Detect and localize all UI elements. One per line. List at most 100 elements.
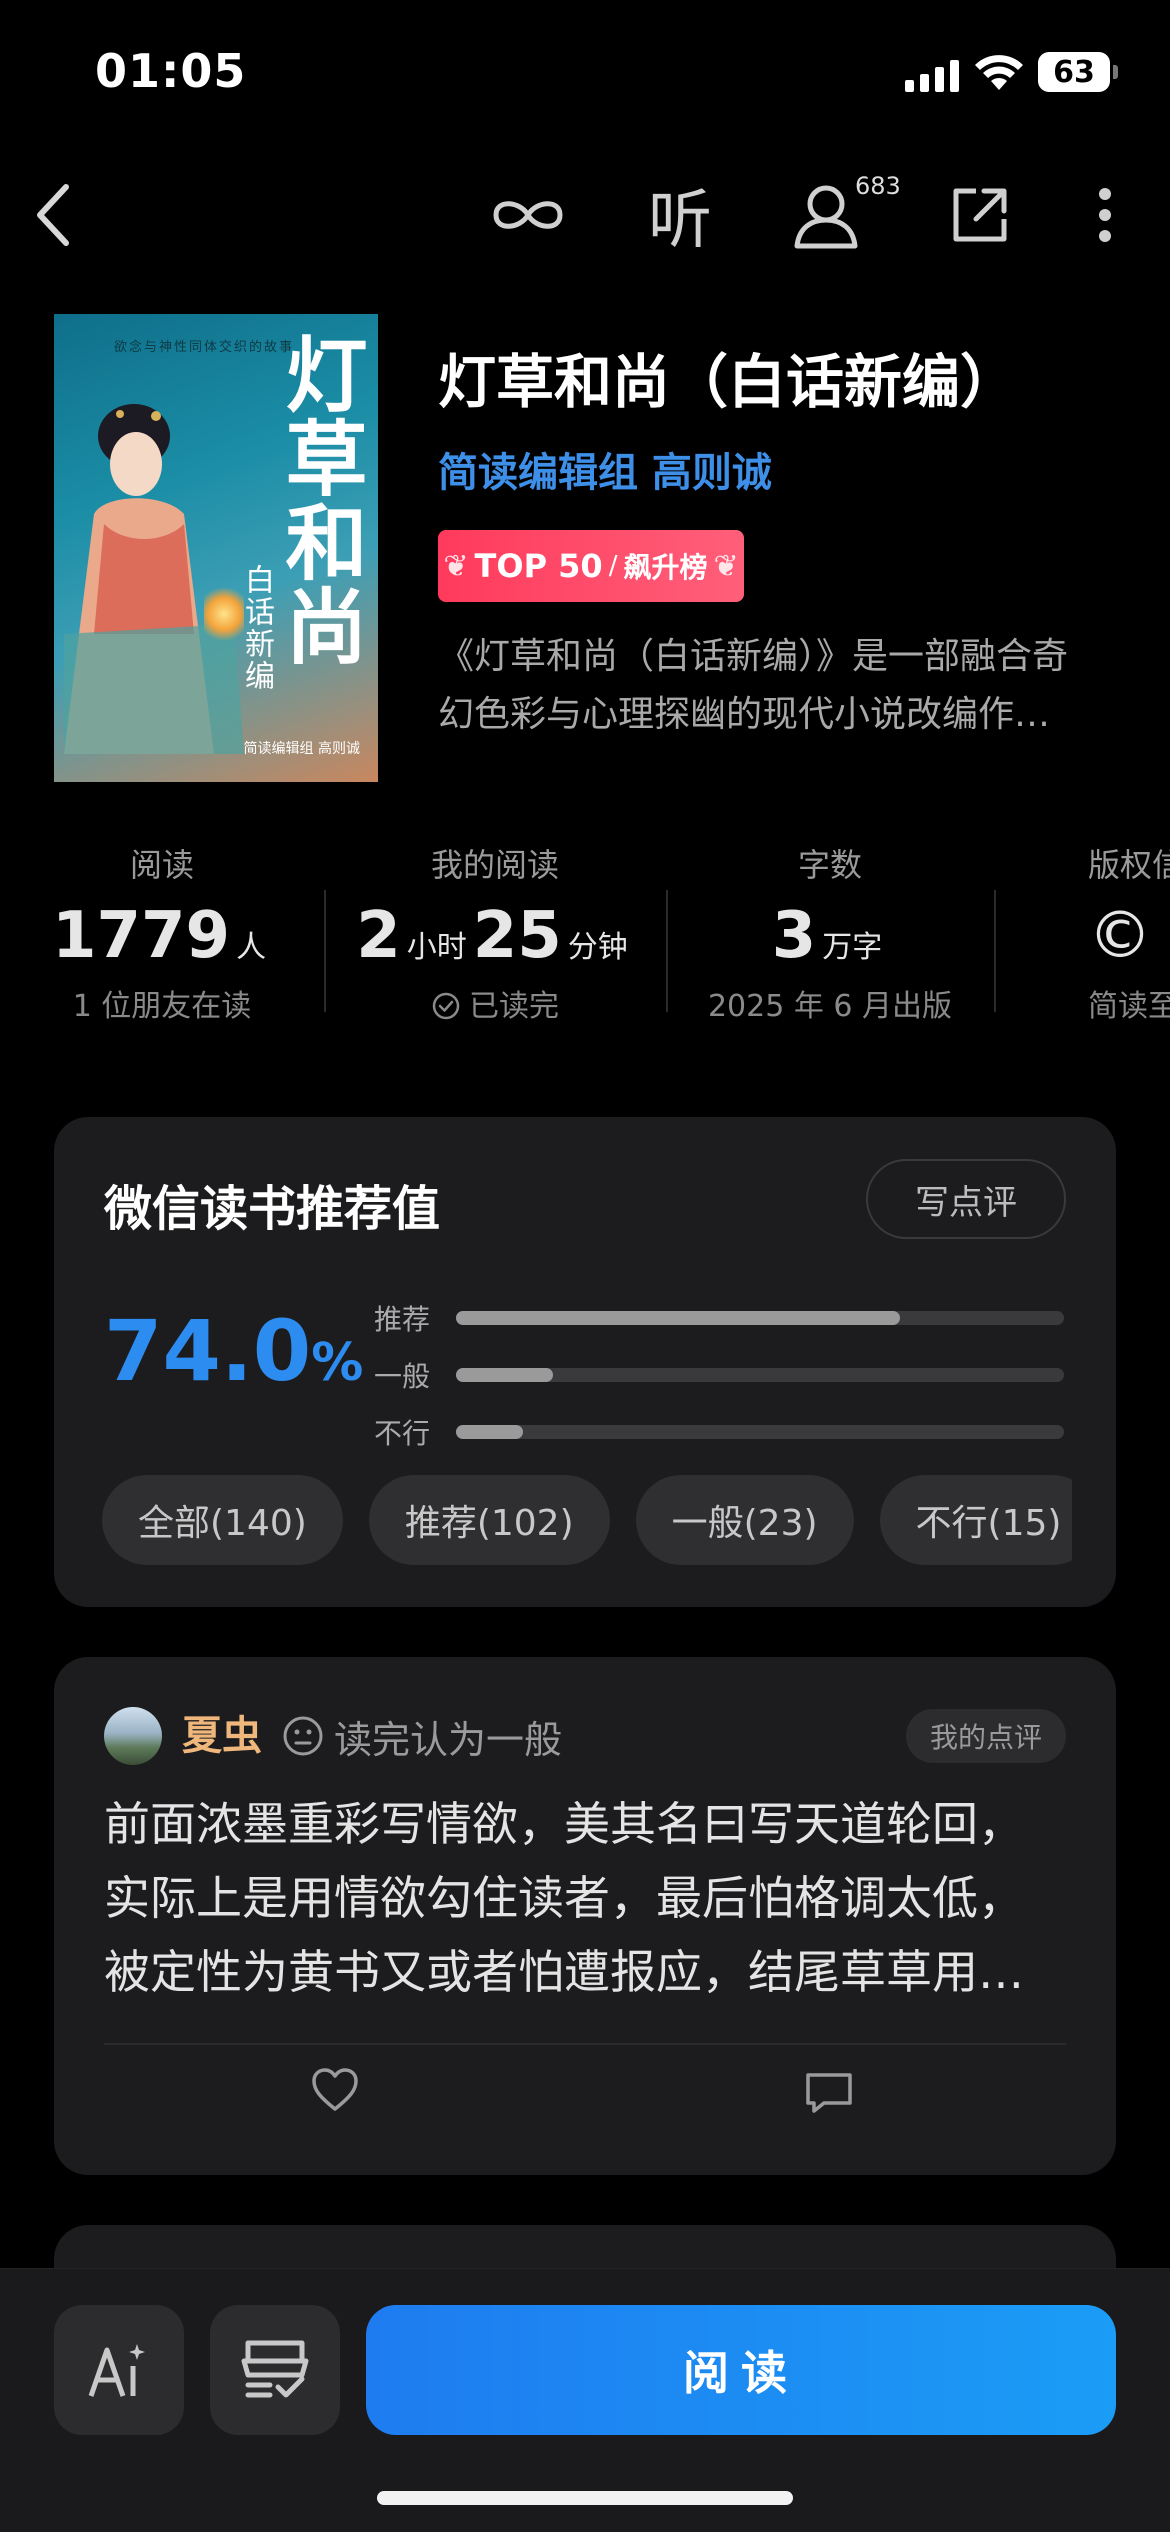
comment-icon[interactable] (804, 2071, 854, 2115)
follower-count: 683 (855, 172, 901, 200)
home-indicator[interactable] (377, 2491, 793, 2505)
book-title: 灯草和尚（白话新编） (438, 348, 1019, 416)
stat-my-reading[interactable]: 我的阅读 2 小时25 分钟 已读完 (340, 840, 650, 1032)
recommend-percent: 74.0% (104, 1302, 363, 1400)
avatar[interactable] (104, 1707, 162, 1765)
book-description[interactable]: 《灯草和尚（白话新编）》是一部融合奇 幻色彩与心理探幽的现代小说改编作… (438, 628, 1108, 744)
filter-chip-bad[interactable]: 不行(15) (879, 1475, 1072, 1565)
description-line-2: 幻色彩与心理探幽的现代小说改编作… (438, 694, 1051, 735)
rating-bar-fill (456, 1424, 523, 1439)
stat-copyright-label: 版权信 (1088, 846, 1170, 884)
review-status-text: 读完认为一般 (334, 1717, 563, 1762)
review-line-2: 实际上是用情欲勾住读者，最后怕格调太低， (104, 1871, 1024, 1925)
book-cover[interactable]: 欲念与神性同体交织的故事 灯草和尚 白话新编 简读编辑组 高则诚 (54, 314, 378, 782)
divider (666, 890, 668, 1012)
followers-button[interactable] (786, 170, 866, 260)
stat-minutes: 25 (472, 899, 562, 973)
stat-readers[interactable]: 阅读 1779 人 1 位朋友在读 (40, 840, 284, 1032)
percent-value: 74.0 (104, 1302, 312, 1400)
stat-copyright[interactable]: 版权信 © 简读至 (1088, 840, 1170, 1032)
infinity-icon (493, 201, 563, 229)
review-line-3: 被定性为黄书又或者怕遭报应，结尾草草用… (104, 1945, 1024, 1999)
status-time: 01:05 (95, 44, 247, 98)
cover-title: 灯草和尚 (271, 332, 367, 668)
back-arrow-icon (37, 184, 69, 246)
rank-badge[interactable]: ❦ TOP 50 / 飙升榜 ❦ (438, 530, 744, 602)
share-button[interactable] (940, 170, 1020, 260)
badge-text: 飙升榜 (623, 551, 708, 584)
review-filter-chips: 全部(140) 推荐(102) 一般(23) 不行(15) (102, 1475, 1072, 1565)
book-stats: 阅读 1779 人 1 位朋友在读 我的阅读 2 小时25 分钟 已读完 字数 3 万字… (0, 840, 1170, 1060)
listen-button[interactable]: 听 (640, 170, 720, 260)
laurel-right-icon: ❦ (713, 548, 739, 584)
stat-readers-value: 1779 (51, 899, 231, 973)
rating-bar-row: 一般 (374, 1346, 1064, 1403)
rating-bar-label: 一般 (374, 1359, 431, 1393)
reviewer-name[interactable]: 夏虫 (182, 1707, 262, 1765)
status-bar: 01:05 63 (0, 0, 1170, 150)
stat-readers-friends: 1 位朋友在读 (72, 989, 252, 1024)
more-button[interactable] (1080, 170, 1130, 260)
filter-chip-average[interactable]: 一般(23) (635, 1475, 854, 1565)
like-heart-icon[interactable] (310, 2067, 360, 2113)
stat-words-unit: 万字 (822, 930, 883, 965)
book-authors[interactable]: 简读编辑组 高则诚 (438, 440, 772, 498)
add-to-shelf-button[interactable] (210, 2305, 340, 2435)
rating-bar-fill (456, 1367, 554, 1382)
filter-chip-recommend[interactable]: 推荐(102) (368, 1475, 610, 1565)
stat-finished: 已读完 (469, 989, 559, 1024)
ai-sparkle-icon (88, 2344, 145, 2397)
battery-level: 63 (1053, 54, 1095, 90)
bookshelf-check-icon (241, 2340, 309, 2398)
top-nav: 听 683 (0, 160, 1170, 270)
rating-bar-row: 不行 (374, 1403, 1064, 1460)
ai-button[interactable] (54, 2305, 184, 2435)
stat-readers-unit: 人 (236, 930, 267, 965)
laurel-left-icon: ❦ (443, 548, 469, 584)
my-review-tag: 我的点评 (905, 1709, 1066, 1763)
rating-bar-row: 推荐 (374, 1289, 1064, 1346)
battery-icon: 63 (1038, 52, 1118, 92)
rating-bar-fill (456, 1310, 900, 1325)
back-button[interactable] (14, 170, 94, 260)
stat-readers-label: 阅读 (129, 846, 194, 884)
cover-subtitle: 白话新编 (239, 564, 274, 692)
review-line-1: 前面浓墨重彩写情欲，美其名曰写天道轮回， (104, 1797, 1024, 1851)
write-review-button[interactable]: 写点评 (866, 1159, 1066, 1239)
description-line-1: 《灯草和尚（白话新编）》是一部融合奇 (438, 636, 1069, 677)
review-card[interactable]: 夏虫 读完认为一般 我的点评 前面浓墨重彩写情欲，美其名曰写天道轮回， 实际上是… (54, 1657, 1116, 2175)
copyright-icon: © (1088, 899, 1152, 973)
recommend-title: 微信读书推荐值 (104, 1181, 441, 1237)
share-icon (953, 188, 1007, 242)
rating-bar-label: 不行 (374, 1416, 431, 1450)
more-vertical-icon (1099, 188, 1111, 242)
review-status: 读完认为一般 (282, 1707, 562, 1765)
filter-chip-all[interactable]: 全部(140) (102, 1475, 343, 1565)
badge-slash: / (608, 551, 618, 581)
percent-sign: % (311, 1333, 364, 1393)
stat-minutes-unit: 分钟 (567, 930, 628, 965)
rating-bars: 推荐 一般 不行 (374, 1289, 1064, 1460)
stat-words-label: 字数 (797, 846, 862, 884)
wifi-icon (975, 55, 1023, 90)
divider (324, 890, 326, 1012)
review-text[interactable]: 前面浓墨重彩写情欲，美其名曰写天道轮回， 实际上是用情欲勾住读者，最后怕格调太低… (104, 1787, 1074, 2009)
stat-my-reading-label: 我的阅读 (430, 846, 559, 884)
stat-words-value: 3 (771, 899, 817, 973)
neutral-face-icon (283, 1716, 323, 1756)
cover-tagline: 欲念与神性同体交织的故事 (114, 340, 295, 355)
stat-copyright-holder: 简读至 (1088, 989, 1170, 1024)
stat-hours: 2 (356, 899, 401, 973)
stat-words[interactable]: 字数 3 万字 2025 年 6 月出版 (690, 840, 970, 1032)
cover-author: 简读编辑组 高则诚 (243, 741, 360, 757)
read-button[interactable]: 阅读 (366, 2305, 1116, 2435)
stat-hours-unit: 小时 (406, 930, 467, 965)
stat-publish-date: 2025 年 6 月出版 (707, 989, 953, 1024)
badge-top: TOP 50 (474, 547, 603, 585)
check-circle-icon (432, 992, 460, 1020)
rating-bar-label: 推荐 (374, 1302, 431, 1336)
divider (994, 890, 996, 1012)
divider (104, 2043, 1066, 2045)
infinite-card-button[interactable] (488, 170, 568, 260)
cellular-signal-icon (905, 58, 959, 92)
